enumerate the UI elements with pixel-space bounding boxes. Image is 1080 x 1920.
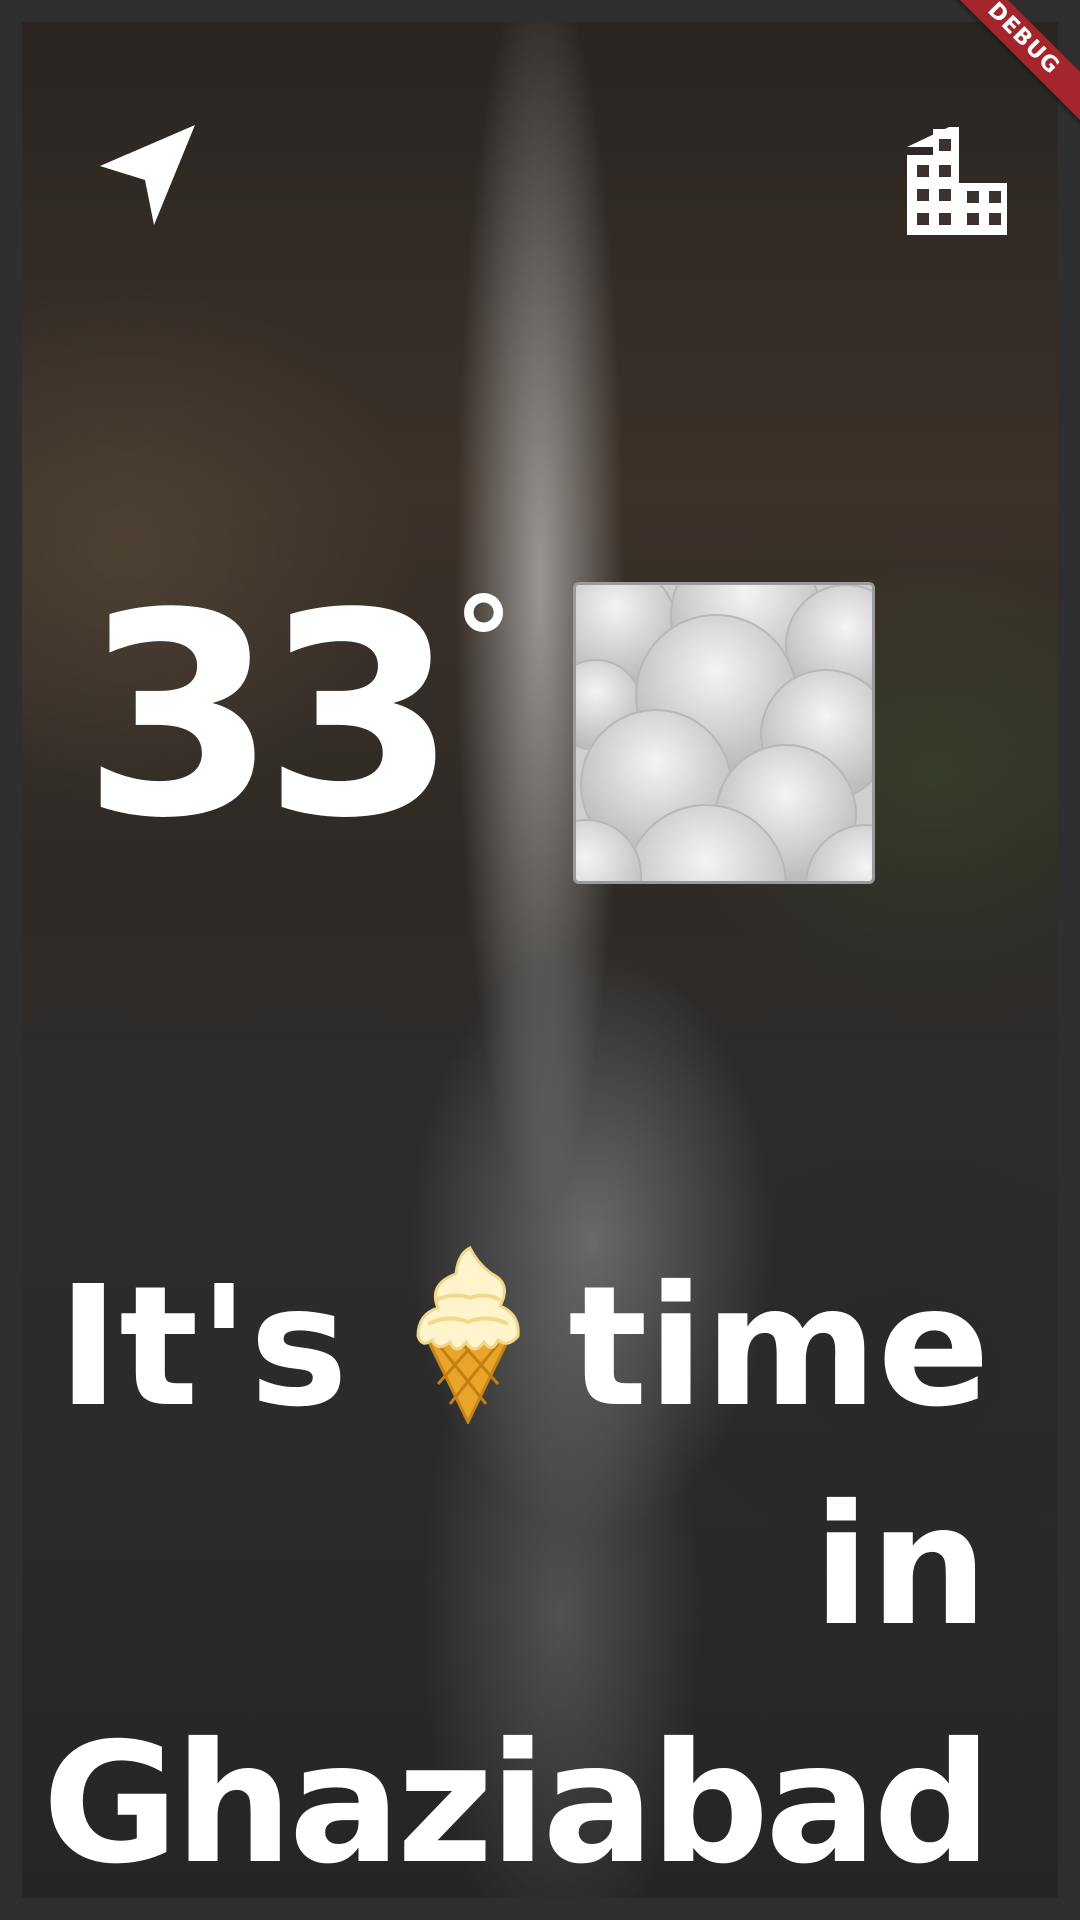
- temperature-display: 33 °: [82, 577, 514, 857]
- city-name: Ghaziabad: [42, 1708, 992, 1898]
- background-image: 33 ° It's time in Ghaziabad: [22, 22, 1058, 1898]
- navigation-arrow-icon: [100, 125, 195, 225]
- message-word-its: It's: [57, 1250, 349, 1444]
- cloud-emoji-icon: [573, 582, 875, 884]
- message-line-2: in: [812, 1470, 988, 1663]
- city-button[interactable]: [902, 126, 1012, 236]
- location-button[interactable]: [92, 122, 202, 232]
- ice-cream-icon: [408, 1244, 528, 1451]
- message-line-1: It's time: [57, 1244, 990, 1451]
- temperature-value: 33: [82, 554, 458, 880]
- city-building-icon: [907, 127, 1007, 235]
- message-word-time: time: [568, 1250, 990, 1444]
- degree-symbol: °: [453, 573, 514, 712]
